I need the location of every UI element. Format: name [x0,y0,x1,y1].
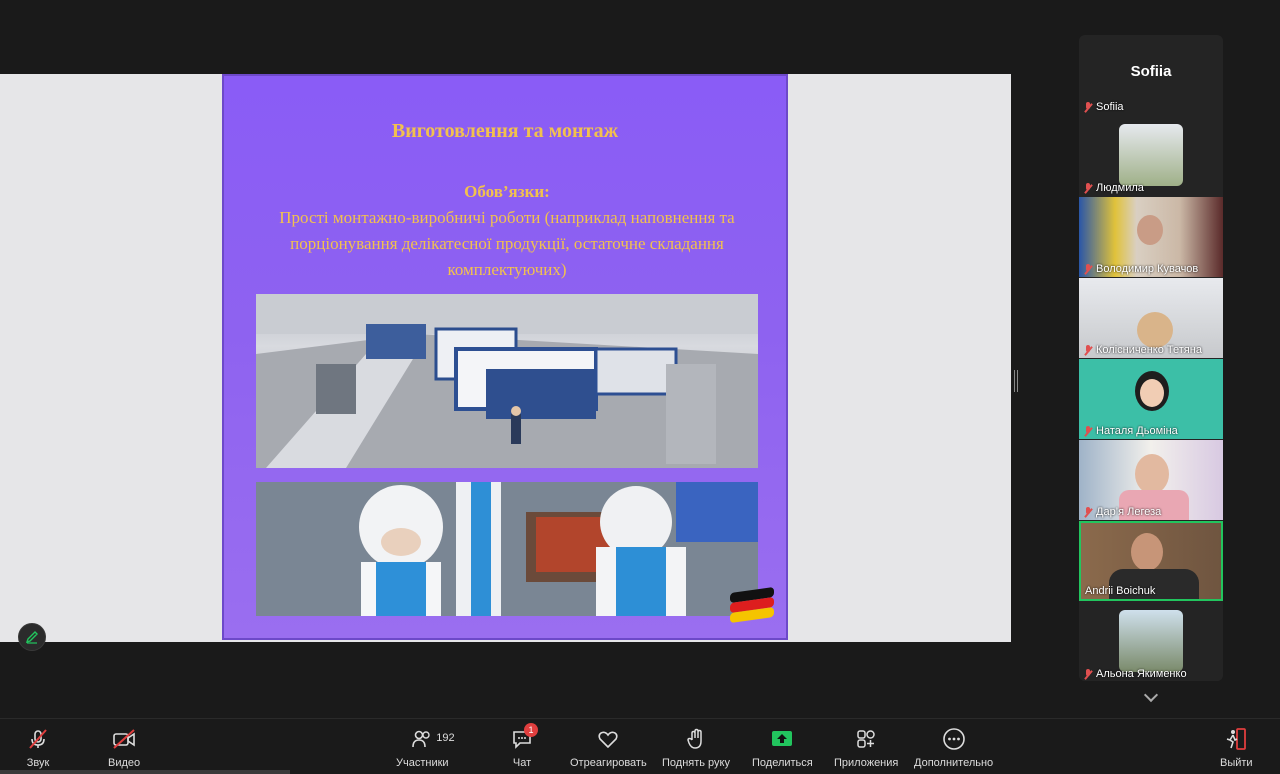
taskbar-strip [0,770,290,774]
participant-label: Володимир Кувачов [1083,263,1198,275]
more-button[interactable]: Дополнительно [914,727,993,769]
participant-avatar-face [1140,379,1164,407]
people-icon: 192 [410,727,455,751]
leave-label: Выйти [1220,757,1253,769]
participant-tile-active[interactable]: Andrii Boichuk [1079,521,1223,601]
participants-button[interactable]: 192 Участники [396,727,455,769]
chat-unread-badge: 1 [524,723,538,737]
participant-video [1137,312,1173,348]
share-label: Поделиться [752,757,813,769]
participant-name: Володимир Кувачов [1096,263,1199,275]
gallery-header: Sofiia [1079,35,1223,95]
mic-muted-icon [1083,506,1093,518]
participant-avatar [1119,610,1183,672]
slide-duties: Обов’язки: Прості монтажно-виробничі роб… [244,179,770,283]
slide-duties-header: Обов’язки: [464,182,550,201]
gallery-scroll-down-icon[interactable] [1143,687,1159,703]
meeting-window: Виготовлення та монтаж Обов’язки: Прості… [0,0,1280,774]
more-label: Дополнительно [914,757,994,769]
food-workers-illustration [256,482,758,616]
participants-label: Участники [396,757,449,769]
apps-icon [854,727,878,751]
participant-avatar [1119,124,1183,186]
mic-muted-icon [1083,101,1093,113]
participants-gallery: Sofiia Sofiia Людмила Володимир Кувачов [1079,35,1223,681]
audio-button[interactable]: Звук [26,727,50,769]
meeting-toolbar: Звук Видео 192 Участники 1 Чат Отреагиро… [0,718,1280,774]
mic-muted-icon [26,727,50,751]
participants-count: 192 [436,732,455,744]
participant-label: Людмила [1083,182,1144,194]
mic-muted-icon [1083,425,1093,437]
participant-name: Альона Якименко [1096,668,1187,680]
participant-name: Andrii Boichuk [1085,585,1156,597]
participant-name: Наталя Дьоміна [1096,425,1178,437]
participant-label: Альона Якименко [1083,668,1187,680]
participant-video [1137,215,1163,245]
heart-icon [596,727,620,751]
chat-icon: 1 [510,723,538,751]
participant-label: Наталя Дьоміна [1083,425,1178,437]
participant-label: Дар’я Легеза [1083,506,1161,518]
participant-tile[interactable]: Володимир Кувачов [1079,197,1223,277]
panel-resize-handle[interactable] [1014,370,1018,392]
participant-video [1135,454,1169,494]
video-label: Видео [108,757,141,769]
participant-label: Andrii Boichuk [1085,585,1155,597]
more-icon [942,727,966,751]
pencil-icon [25,631,38,644]
react-button[interactable]: Отреагировать [570,727,647,769]
german-flag-icon [730,586,774,624]
mic-muted-icon [1083,344,1093,356]
share-screen-icon [770,727,794,751]
participant-name: Колісниченко Тетяна [1096,344,1202,356]
mic-muted-icon [1083,263,1093,275]
raise-hand-label: Поднять руку [662,757,730,769]
participant-tile[interactable]: Sofiia [1079,95,1223,115]
participant-tile[interactable]: Дар’я Легеза [1079,440,1223,520]
hand-icon [684,727,708,751]
participant-tile[interactable]: Людмила [1079,116,1223,196]
mic-muted-icon [1083,182,1093,194]
participant-name: Sofiia [1096,101,1124,113]
participant-tile[interactable]: Колісниченко Тетяна [1079,278,1223,358]
participant-tile[interactable]: Альона Якименко [1079,602,1223,681]
audio-label: Звук [26,757,50,769]
mic-muted-icon [1083,668,1093,680]
share-screen-button[interactable]: Поделиться [752,727,813,769]
participant-tile[interactable]: Наталя Дьоміна [1079,359,1223,439]
food-production-photo [256,482,758,616]
gallery-header-name: Sofiia [1130,62,1172,80]
participant-name: Дар’я Легеза [1096,506,1162,518]
participant-name: Людмила [1096,182,1144,194]
leave-icon [1224,727,1248,751]
presentation-slide: Виготовлення та монтаж Обов’язки: Прості… [222,74,788,640]
slide-title: Виготовлення та монтаж [391,120,619,142]
factory-illustration [256,294,758,468]
annotate-button[interactable] [18,623,46,651]
slide-duties-text: Прості монтажно-виробничі роботи (наприк… [279,208,735,279]
video-button[interactable]: Видео [108,727,140,769]
participant-label: Колісниченко Тетяна [1083,344,1202,356]
participant-label: Sofiia [1083,101,1124,113]
apps-label: Приложения [834,757,899,769]
chat-label: Чат [512,757,532,769]
leave-button[interactable]: Выйти [1220,727,1253,769]
factory-photo [256,294,758,468]
video-off-icon [112,727,136,751]
chat-button[interactable]: 1 Чат [510,723,538,769]
apps-button[interactable]: Приложения [834,727,898,769]
react-label: Отреагировать [570,757,647,769]
raise-hand-button[interactable]: Поднять руку [662,727,730,769]
participant-video [1131,533,1163,571]
